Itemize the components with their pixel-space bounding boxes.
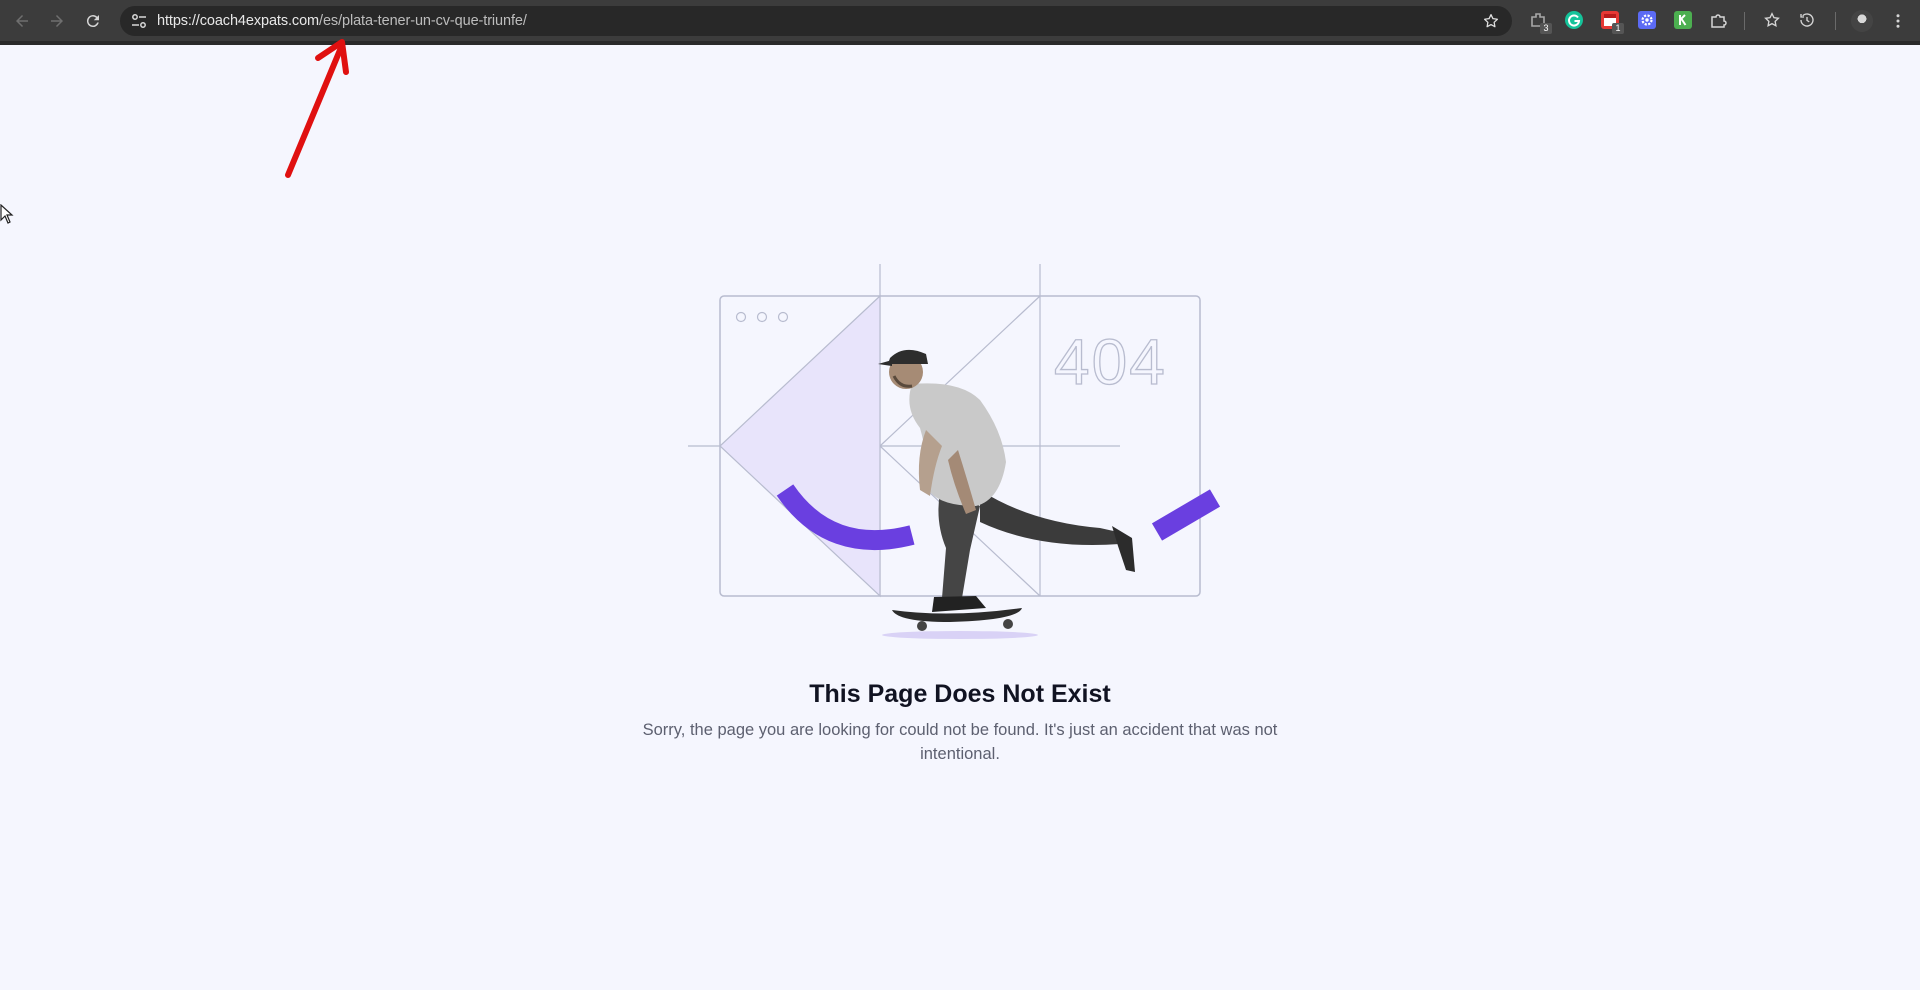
- page-description: Sorry, the page you are looking for coul…: [642, 721, 1278, 763]
- reload-icon: [86, 15, 99, 28]
- gear-extension-icon[interactable]: [1638, 11, 1656, 29]
- arrow-left-icon: [16, 15, 28, 27]
- 404-text: 404: [1054, 326, 1167, 398]
- extensions-menu-icon[interactable]: [1709, 11, 1727, 29]
- bookmarks-star-icon[interactable]: [1763, 11, 1781, 29]
- calendar-icon[interactable]: 1: [1601, 11, 1624, 34]
- back-button[interactable]: [11, 10, 33, 32]
- history-icon[interactable]: [1798, 11, 1816, 29]
- arrow-right-icon: [51, 15, 63, 27]
- toolbar-divider: [1744, 12, 1745, 30]
- purple-bar-shape: [1151, 489, 1221, 541]
- chrome-menu-button[interactable]: [1887, 10, 1909, 32]
- url-path: /es/plata-tener-un-cv-que-triunfe/: [319, 13, 527, 29]
- kebab-menu-icon: [1896, 14, 1900, 28]
- grammarly-icon[interactable]: [1565, 11, 1583, 29]
- extension-badge: 3: [1540, 23, 1552, 34]
- page-title: This Page Does Not Exist: [809, 680, 1111, 708]
- window-dot: [777, 311, 789, 323]
- profile-avatar[interactable]: [1851, 10, 1873, 32]
- window-dot: [756, 311, 768, 323]
- url-text[interactable]: https://coach4expats.com/es/plata-tener-…: [157, 13, 527, 29]
- forward-button[interactable]: [46, 10, 68, 32]
- mouse-cursor-icon: [0, 204, 14, 224]
- toolbar-divider: [1835, 12, 1836, 30]
- reload-button[interactable]: [82, 10, 104, 32]
- lavender-triangle-shape: [719, 294, 881, 598]
- 404-illustration: 404: [688, 264, 1221, 639]
- url-domain: https://coach4expats.com: [157, 13, 320, 29]
- extension-badge: 1: [1612, 23, 1624, 34]
- extension-puzzle-icon[interactable]: 3: [1529, 11, 1552, 34]
- k-extension-icon[interactable]: [1674, 11, 1692, 29]
- window-dot: [735, 311, 747, 323]
- bookmark-star-icon[interactable]: [1482, 12, 1500, 30]
- site-info-icon[interactable]: [130, 12, 148, 30]
- annotation-arrow-icon: [285, 39, 349, 178]
